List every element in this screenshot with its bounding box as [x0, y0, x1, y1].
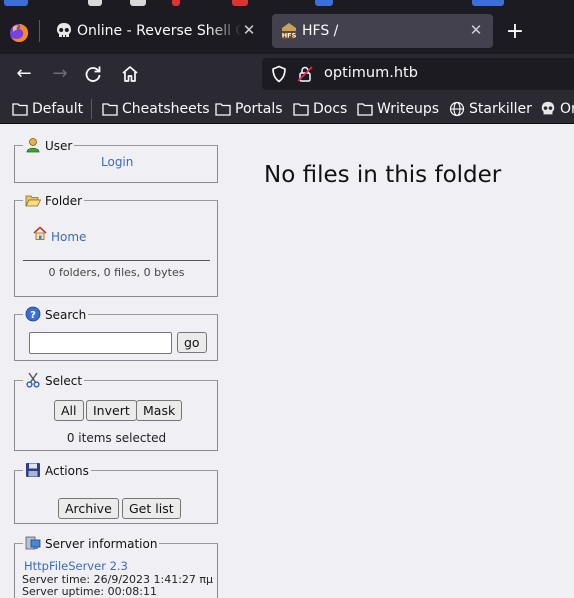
invert-selection-button[interactable]: Invert	[86, 400, 137, 421]
folder-icon	[102, 103, 118, 116]
server-info-panel: Server information HttpFileServer 2.3 Se…	[14, 535, 218, 598]
back-arrow-icon[interactable]: ←	[11, 62, 37, 86]
tab-hfs[interactable]: HFS HFS / ✕	[272, 14, 493, 48]
bookmark-portals[interactable]: Portals	[215, 99, 283, 119]
search-panel-title: Search	[45, 308, 87, 322]
user-panel-title: User	[45, 139, 73, 153]
home-link[interactable]: Home	[51, 230, 86, 244]
mask-selection-button[interactable]: Mask	[136, 400, 183, 421]
bookmark-label: Docs	[313, 101, 348, 117]
user-panel-legend: User	[23, 137, 74, 153]
reload-icon[interactable]	[83, 64, 103, 84]
server-uptime: Server uptime: 00:08:11	[22, 585, 157, 598]
forward-arrow-icon[interactable]: →	[47, 62, 73, 86]
user-panel: User Login	[14, 137, 218, 183]
address-bar[interactable]: optimum.htb	[262, 58, 574, 90]
login-link[interactable]: Login	[101, 155, 133, 169]
tab-separator	[39, 20, 40, 42]
bookmark-label: Portals	[235, 101, 283, 117]
server-info-panel-title: Server information	[45, 537, 158, 551]
bookmark-starkiller[interactable]: Starkiller	[449, 99, 532, 119]
bookmark-label: Default	[32, 101, 84, 117]
skull-icon	[541, 101, 555, 115]
server-info-panel-legend: Server information	[23, 535, 159, 551]
folder-stats: 0 folders, 0 files, 0 bytes	[48, 266, 185, 279]
hfs-version-link[interactable]: HttpFileServer 2.3	[24, 559, 128, 573]
url-text: optimum.htb	[324, 65, 418, 81]
tab-strip: Online - Reverse Shell Generator ✕ HFS H…	[0, 8, 574, 54]
search-go-button[interactable]: go	[177, 332, 207, 353]
os-top-strip	[0, 0, 574, 8]
select-panel-title: Select	[45, 374, 83, 388]
close-tab-icon[interactable]: ✕	[467, 21, 485, 39]
folder-icon	[293, 103, 309, 116]
folder-icon	[12, 103, 28, 116]
svg-text:?: ?	[30, 310, 36, 321]
help-icon: ?	[25, 306, 41, 322]
tab-title: Online - Reverse Shell Generator	[77, 23, 242, 39]
bookmark-label: Starkiller	[469, 101, 532, 117]
open-folder-icon	[25, 195, 41, 207]
folder-icon	[357, 103, 373, 116]
close-tab-icon[interactable]: ✕	[240, 21, 258, 39]
folder-divider	[23, 260, 210, 261]
folder-icon	[215, 103, 231, 116]
selection-status: 0 items selected	[66, 431, 167, 445]
select-all-button[interactable]: All	[54, 400, 84, 421]
bookmark-label: Cheatsheets	[122, 101, 210, 117]
globe-icon	[449, 101, 465, 117]
tracking-shield-icon[interactable]	[270, 65, 288, 83]
folder-panel-legend: Folder	[23, 192, 84, 208]
user-icon	[26, 138, 40, 153]
actions-panel: Actions Archive Get list	[14, 462, 218, 524]
svg-text:HFS: HFS	[282, 32, 297, 40]
navigation-toolbar: ← → optimum.htb	[0, 54, 574, 94]
bookmark-cheatsheets[interactable]: Cheatsheets	[102, 99, 210, 119]
bookmark-or[interactable]: Or	[540, 99, 574, 119]
firefox-icon[interactable]	[9, 23, 29, 43]
home-icon[interactable]	[120, 64, 140, 84]
bookmark-default[interactable]: Default	[12, 99, 83, 119]
scissors-icon	[26, 372, 40, 388]
search-panel: ? Search go	[14, 306, 218, 361]
hfs-icon: HFS	[282, 23, 297, 40]
search-input[interactable]	[29, 332, 172, 354]
tab-reverse-shell[interactable]: Online - Reverse Shell Generator ✕	[47, 14, 266, 48]
hfs-page: User Login Folder Home 0 folders, 0 file…	[0, 125, 574, 598]
select-panel: Select All Invert Mask 0 items selected	[14, 372, 218, 451]
bookmarks-toolbar: Default Cheatsheets Portals Docs Writeup…	[0, 94, 574, 124]
select-panel-legend: Select	[23, 372, 84, 388]
folder-panel-title: Folder	[45, 194, 83, 208]
skull-icon	[57, 23, 71, 37]
tab-title: HFS /	[302, 23, 339, 39]
bookmark-writeups[interactable]: Writeups	[357, 99, 439, 119]
folder-panel: Folder Home 0 folders, 0 files, 0 bytes	[14, 192, 218, 297]
search-panel-legend: ? Search	[23, 306, 88, 322]
server-computer-icon	[25, 536, 41, 550]
bookmark-label: Writeups	[377, 101, 440, 117]
bookmark-docs[interactable]: Docs	[293, 99, 347, 119]
bookmark-label: Or	[560, 101, 574, 117]
no-files-message: No files in this folder	[264, 162, 502, 188]
actions-panel-title: Actions	[45, 464, 89, 478]
floppy-disk-icon	[26, 463, 40, 477]
actions-panel-legend: Actions	[23, 462, 91, 478]
get-list-button[interactable]: Get list	[122, 498, 181, 519]
archive-button[interactable]: Archive	[58, 498, 119, 519]
home-folder-icon	[33, 226, 47, 240]
bookmark-separator	[91, 99, 92, 119]
insecure-lock-icon[interactable]	[296, 65, 314, 83]
new-tab-button[interactable]: +	[503, 21, 527, 45]
